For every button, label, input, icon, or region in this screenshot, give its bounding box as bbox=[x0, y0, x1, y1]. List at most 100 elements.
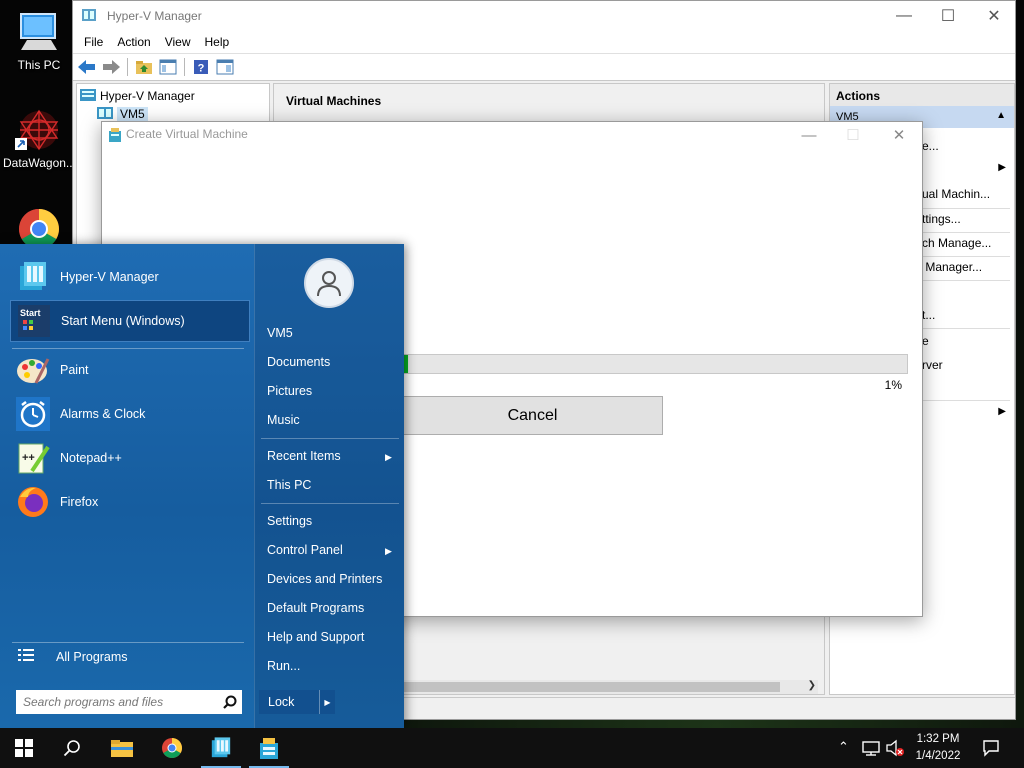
places-help-support[interactable]: Help and Support bbox=[267, 630, 364, 644]
search-input[interactable]: Search programs and files bbox=[16, 695, 218, 709]
menu-view[interactable]: View bbox=[158, 35, 198, 49]
notifications-icon[interactable] bbox=[982, 739, 1000, 760]
desktop-icon-datawagon[interactable]: DataWagon... bbox=[3, 108, 76, 170]
svg-text:?: ? bbox=[198, 63, 205, 75]
taskbar-chrome[interactable] bbox=[148, 728, 196, 768]
program-alarms-clock[interactable]: Alarms & Clock bbox=[10, 393, 250, 435]
start-menu-icon: Start bbox=[17, 304, 51, 338]
action-item[interactable]: ...ual Machin... bbox=[912, 187, 990, 201]
up-folder-icon[interactable] bbox=[134, 57, 154, 77]
menu-bar: File Action View Help bbox=[73, 31, 1015, 53]
taskbar-create-vm[interactable] bbox=[245, 728, 293, 768]
actions-header: Actions bbox=[830, 84, 1014, 106]
program-paint[interactable]: Paint bbox=[10, 349, 250, 391]
svg-text:Start: Start bbox=[20, 308, 41, 318]
show-hidden-icons-chevron-icon[interactable]: ⌃ bbox=[838, 739, 849, 755]
lock-button[interactable]: Lock ▶ bbox=[259, 690, 335, 714]
dialog-minimize-button[interactable]: — bbox=[786, 122, 832, 148]
clock-date: 1/4/2022 bbox=[915, 750, 961, 762]
list-icon bbox=[18, 648, 34, 665]
system-clock[interactable]: 1:32 PM 1/4/2022 bbox=[906, 731, 970, 765]
taskbar-hyperv-manager[interactable] bbox=[197, 728, 245, 768]
program-label: Notepad++ bbox=[60, 451, 122, 465]
computer-icon bbox=[15, 10, 63, 54]
places-music[interactable]: Music bbox=[267, 413, 300, 427]
close-button[interactable]: ✕ bbox=[971, 1, 1017, 31]
desktop-icon-label: This PC bbox=[17, 58, 61, 72]
firefox-icon bbox=[16, 485, 50, 519]
program-label: Hyper-V Manager bbox=[60, 270, 159, 284]
volume-muted-icon[interactable] bbox=[886, 739, 906, 760]
action-pane-icon[interactable] bbox=[215, 57, 235, 77]
places-this-pc[interactable]: This PC bbox=[267, 478, 311, 492]
user-avatar[interactable] bbox=[304, 258, 354, 308]
places-default-programs[interactable]: Default Programs bbox=[267, 601, 364, 615]
search-icon bbox=[63, 740, 80, 757]
all-programs-button[interactable]: All Programs bbox=[18, 648, 128, 665]
dialog-app-icon bbox=[108, 127, 122, 146]
host-icon bbox=[97, 106, 113, 123]
search-icon[interactable] bbox=[218, 695, 242, 709]
svg-text:++: ++ bbox=[22, 452, 35, 464]
paint-icon bbox=[16, 353, 50, 387]
places-settings[interactable]: Settings bbox=[267, 514, 312, 528]
desktop-icon-this-pc[interactable]: This PC bbox=[3, 10, 75, 72]
program-label: Alarms & Clock bbox=[60, 407, 146, 421]
places-pictures[interactable]: Pictures bbox=[267, 384, 312, 398]
program-notepadpp[interactable]: ++ Notepad++ bbox=[10, 437, 250, 479]
help-icon[interactable]: ? bbox=[191, 57, 211, 77]
chrome-icon bbox=[15, 205, 63, 249]
hyperv-app-icon bbox=[81, 7, 97, 26]
toolbar-separator bbox=[184, 58, 185, 76]
program-hyperv-manager[interactable]: Hyper-V Manager bbox=[10, 256, 250, 298]
cancel-button[interactable]: Cancel bbox=[402, 396, 663, 435]
chrome-icon bbox=[162, 738, 182, 758]
places-user[interactable]: VM5 bbox=[267, 326, 293, 340]
hyperv-server-icon bbox=[80, 88, 96, 105]
minimize-button[interactable]: — bbox=[881, 1, 927, 31]
all-programs-label: All Programs bbox=[56, 649, 128, 664]
notepadpp-icon: ++ bbox=[16, 441, 50, 475]
program-firefox[interactable]: Firefox bbox=[10, 481, 250, 523]
forward-arrow-icon[interactable] bbox=[101, 57, 121, 77]
tree-item-label: VM5 bbox=[117, 107, 148, 121]
network-icon[interactable] bbox=[862, 740, 880, 759]
taskbar-file-explorer[interactable] bbox=[98, 728, 146, 768]
console-tree-icon[interactable] bbox=[158, 57, 178, 77]
file-explorer-icon bbox=[111, 740, 133, 757]
maximize-button[interactable]: ☐ bbox=[925, 1, 971, 31]
alarm-clock-icon bbox=[16, 397, 50, 431]
search-box[interactable]: Search programs and files bbox=[16, 690, 242, 714]
program-label: Firefox bbox=[60, 495, 99, 509]
start-button[interactable] bbox=[0, 728, 48, 768]
dialog-close-button[interactable]: ✕ bbox=[876, 122, 922, 148]
places-run[interactable]: Run... bbox=[267, 659, 300, 673]
windows-logo-icon bbox=[15, 739, 33, 757]
program-start-menu-windows[interactable]: Start Start Menu (Windows) bbox=[10, 300, 250, 342]
datawagon-icon bbox=[15, 108, 63, 152]
scroll-right-icon[interactable]: ❯ bbox=[808, 680, 816, 691]
submenu-arrow-icon: ▶ bbox=[998, 406, 1006, 417]
menu-file[interactable]: File bbox=[77, 35, 110, 49]
tree-root-label: Hyper-V Manager bbox=[100, 89, 195, 103]
collapse-arrow-icon[interactable]: ▲ bbox=[996, 110, 1006, 121]
menu-action[interactable]: Action bbox=[110, 35, 157, 49]
program-label: Paint bbox=[60, 363, 89, 377]
menu-help[interactable]: Help bbox=[198, 35, 237, 49]
places-divider bbox=[261, 438, 399, 439]
power-options-arrow-icon[interactable]: ▶ bbox=[319, 690, 335, 714]
places-recent-items[interactable]: Recent Items bbox=[267, 449, 341, 463]
tree-root-item[interactable]: Hyper-V Manager bbox=[77, 87, 269, 105]
places-documents[interactable]: Documents bbox=[267, 355, 330, 369]
action-item[interactable]: ...ch Manage... bbox=[912, 236, 991, 250]
search-taskbar-button[interactable] bbox=[48, 728, 96, 768]
create-vm-icon bbox=[260, 738, 278, 759]
places-devices-printers[interactable]: Devices and Printers bbox=[267, 572, 382, 586]
virtual-machines-header: Virtual Machines bbox=[286, 94, 382, 108]
back-arrow-icon[interactable] bbox=[77, 57, 97, 77]
places-control-panel[interactable]: Control Panel bbox=[267, 543, 343, 557]
submenu-arrow-icon: ▶ bbox=[385, 546, 392, 556]
start-menu: Hyper-V Manager Start Start Menu (Window… bbox=[0, 244, 404, 728]
dialog-title: Create Virtual Machine bbox=[126, 127, 248, 141]
lock-label: Lock bbox=[268, 695, 295, 709]
